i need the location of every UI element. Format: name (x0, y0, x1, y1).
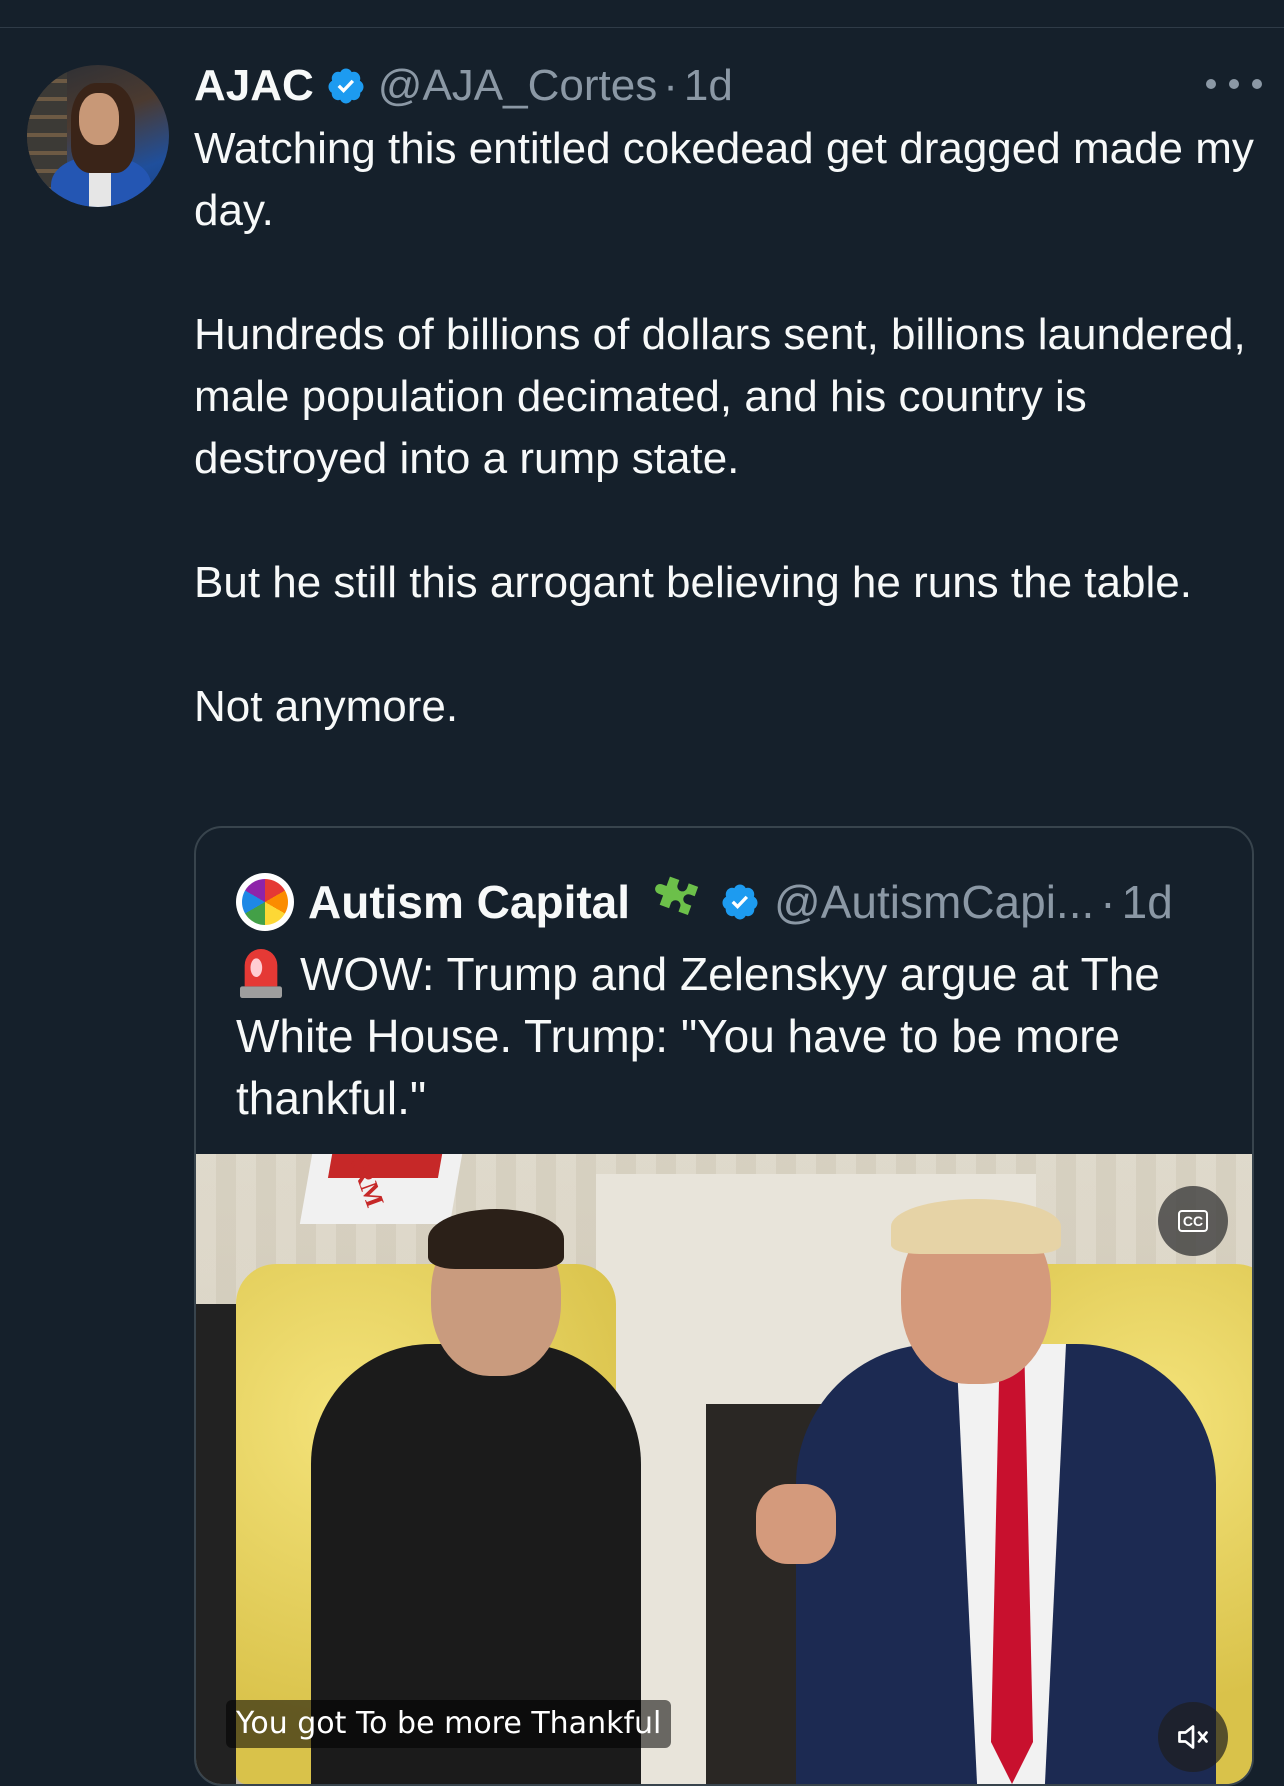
video-person-hand (756, 1484, 836, 1564)
verified-badge-icon (722, 884, 758, 920)
quoted-tweet-text: WOW: Trump and Zelenskyy argue at The Wh… (236, 948, 1160, 1124)
avatar-face (79, 93, 119, 145)
siren-icon (240, 949, 282, 998)
top-divider (0, 27, 1284, 28)
author-name[interactable]: AJAC (194, 61, 314, 111)
more-dot (1206, 79, 1216, 89)
closed-captions-icon[interactable]: CC (1158, 1186, 1228, 1256)
quoted-tweet-timestamp[interactable]: 1d (1122, 875, 1173, 929)
more-dot (1252, 79, 1262, 89)
verified-badge-icon (328, 68, 364, 104)
quoted-tweet[interactable]: Autism Capital @AutismCapi... · 1d WOW: … (194, 826, 1254, 1786)
speaker-muted-icon (1178, 1725, 1208, 1749)
quoted-author-handle[interactable]: @AutismCapi... (774, 875, 1094, 929)
quoted-author-name[interactable]: Autism Capital (308, 875, 630, 929)
puzzle-piece-icon (655, 876, 699, 916)
author-avatar[interactable] (27, 65, 169, 207)
more-dot (1229, 79, 1239, 89)
cc-label: CC (1177, 1210, 1209, 1232)
tweet-paragraph: Not anymore. (194, 682, 459, 731)
tweet-paragraph: But he still this arrogant believing he … (194, 558, 1192, 607)
video-player[interactable]: ARM CC You got To be more Thankful (196, 1154, 1252, 1784)
tweet-paragraph: Watching this entitled cokedead get drag… (194, 124, 1254, 235)
tweet-header: AJAC @AJA_Cortes · 1d (194, 60, 733, 112)
quoted-tweet-header: Autism Capital @AutismCapi... · 1d (236, 868, 1173, 936)
video-person-hair (428, 1209, 564, 1269)
tweet-timestamp[interactable]: 1d (684, 61, 733, 111)
tweet-text: Watching this entitled cokedead get drag… (194, 118, 1254, 738)
quoted-tweet-text-block: WOW: Trump and Zelenskyy argue at The Wh… (236, 942, 1226, 1129)
header-separator: · (663, 61, 678, 110)
more-options-icon[interactable] (1206, 70, 1262, 98)
video-caption: You got To be more Thankful (226, 1700, 672, 1748)
mute-icon[interactable] (1158, 1702, 1228, 1772)
quoted-author-avatar[interactable] (236, 873, 294, 931)
video-person-hair-right (891, 1199, 1061, 1254)
quoted-header-separator: · (1100, 876, 1116, 928)
tweet-paragraph: Hundreds of billions of dollars sent, bi… (194, 310, 1246, 483)
author-handle[interactable]: @AJA_Cortes (378, 61, 657, 111)
